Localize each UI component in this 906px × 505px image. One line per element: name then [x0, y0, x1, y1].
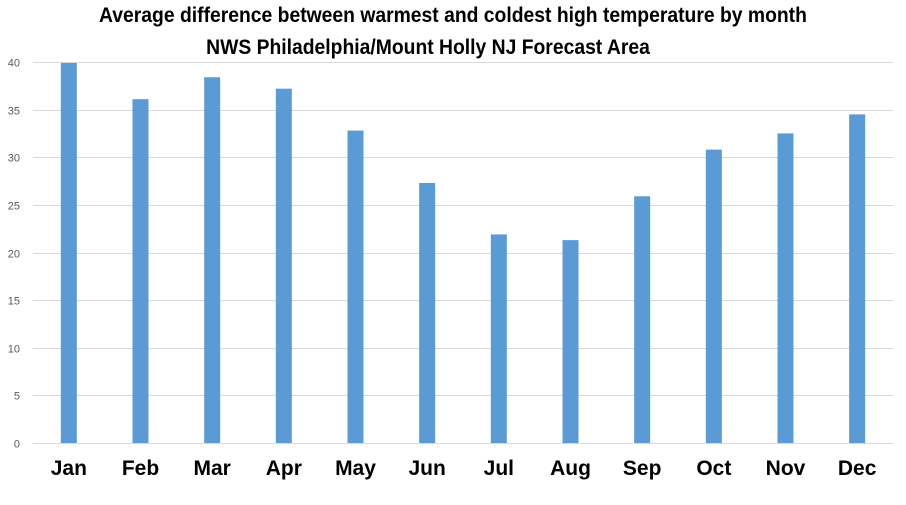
bar-jul — [490, 234, 507, 443]
bar-mar — [204, 77, 221, 444]
bar-chart: 0 5 10 15 20 25 30 35 40 Jan Feb Mar Apr May Jun Jul Au… — [8, 58, 893, 480]
x-axis-ticks: Jan Feb Mar Apr May Jun Jul Aug Sep Oct Nov Dec — [51, 457, 877, 480]
y-tick-label: 20 — [8, 249, 20, 261]
bar-nov — [777, 133, 794, 443]
y-tick-label: 30 — [8, 153, 20, 165]
bar-jun — [419, 182, 436, 443]
x-tick-label: Jan — [51, 457, 87, 480]
x-tick-label: Aug — [550, 457, 591, 480]
bar-feb — [132, 99, 149, 444]
bar-jan — [60, 62, 77, 443]
x-tick-label: Mar — [193, 457, 230, 480]
y-tick-label: 40 — [8, 58, 20, 70]
x-tick-label: Oct — [696, 457, 731, 480]
y-tick-label: 10 — [8, 344, 20, 356]
x-tick-label: Apr — [266, 457, 302, 480]
bar-may — [347, 130, 364, 443]
bar-apr — [275, 88, 292, 444]
y-tick-label: 25 — [8, 201, 20, 213]
bars — [60, 62, 866, 444]
y-tick-label: 15 — [8, 296, 20, 308]
gridlines — [33, 62, 893, 444]
y-tick-label: 0 — [14, 439, 20, 451]
bar-oct — [705, 149, 722, 443]
bar-sep — [634, 196, 651, 443]
x-tick-label: May — [335, 457, 376, 480]
bar-aug — [562, 240, 579, 443]
y-tick-label: 5 — [14, 391, 20, 403]
x-tick-label: Jul — [484, 457, 514, 480]
x-tick-label: Feb — [122, 457, 159, 480]
bar-dec — [849, 114, 866, 443]
x-tick-label: Nov — [766, 457, 806, 480]
x-tick-label: Dec — [838, 457, 877, 480]
y-tick-label: 35 — [8, 106, 20, 118]
x-tick-label: Jun — [408, 457, 445, 480]
y-axis-ticks: 0 5 10 15 20 25 30 35 40 — [8, 58, 20, 451]
x-tick-label: Sep — [623, 457, 662, 480]
